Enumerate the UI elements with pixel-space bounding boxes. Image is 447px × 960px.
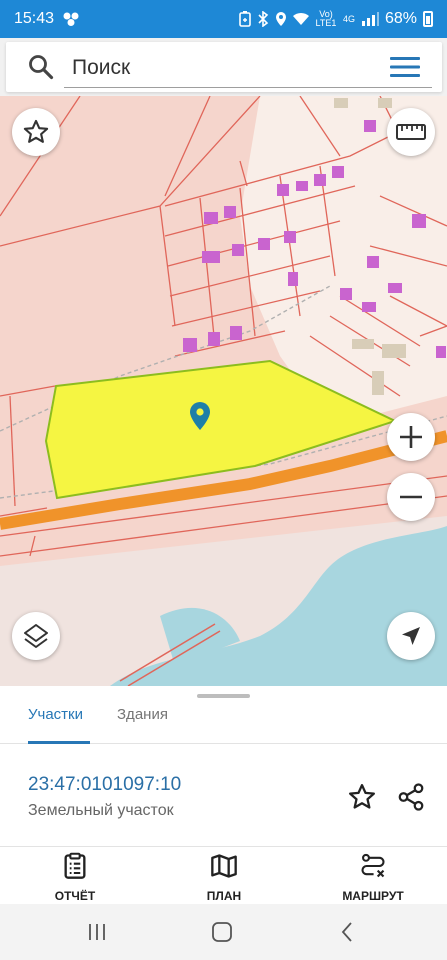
home-icon[interactable]	[210, 920, 234, 944]
favorite-star-button[interactable]	[12, 108, 60, 156]
wifi-icon	[292, 12, 309, 25]
search-input[interactable]: Поиск	[72, 56, 130, 80]
cadastral-map[interactable]	[0, 96, 447, 686]
battery-percent: 68%	[384, 10, 417, 27]
sheet-divider	[0, 846, 447, 847]
tab-bar: Участки Здания	[0, 702, 447, 744]
route-button[interactable]: МАРШРУТ	[323, 852, 423, 903]
layers-button[interactable]	[12, 612, 60, 660]
parcel-cadastral-number[interactable]: 23:47:0101097:10	[28, 774, 181, 796]
tab-buildings[interactable]: Здания	[117, 706, 168, 723]
search-icon[interactable]	[28, 54, 54, 80]
battery-icon	[423, 11, 433, 27]
ruler-icon	[396, 124, 426, 140]
map-plan-icon	[211, 854, 237, 878]
my-location-button[interactable]	[387, 612, 435, 660]
menu-icon[interactable]	[390, 56, 420, 78]
zoom-out-icon	[400, 495, 422, 499]
network-type: 4G	[342, 13, 355, 24]
zoom-in-button[interactable]	[387, 413, 435, 461]
ruler-button[interactable]	[387, 108, 435, 156]
sheet-drag-handle[interactable]	[197, 694, 250, 698]
plan-label: ПЛАН	[206, 889, 242, 903]
report-label: ОТЧЁТ	[54, 889, 96, 903]
route-label: МАРШРУТ	[342, 889, 404, 903]
status-bar: 15:43 Vo) LTE1 4G 68%	[0, 0, 447, 38]
report-button[interactable]: ОТЧЁТ	[25, 852, 125, 903]
battery-saver-icon	[239, 11, 251, 27]
zoom-in-icon	[400, 426, 422, 448]
layers-icon	[24, 624, 48, 648]
share-icon[interactable]	[396, 782, 426, 812]
favorite-star-icon[interactable]	[347, 782, 377, 812]
plan-button[interactable]: ПЛАН	[174, 852, 274, 903]
parcel-type-label: Земельный участок	[28, 802, 174, 819]
search-underline	[64, 87, 432, 88]
recent-apps-icon[interactable]	[85, 920, 109, 944]
star-outline-icon	[23, 119, 49, 143]
status-time: 15:43	[14, 10, 55, 27]
zoom-out-button[interactable]	[387, 473, 435, 521]
report-icon	[64, 852, 86, 879]
active-tab-indicator	[28, 741, 90, 744]
header: Поиск	[0, 38, 447, 96]
tab-parcels[interactable]: Участки	[28, 706, 83, 723]
bottom-sheet: Участки Здания 23:47:0101097:10 Земельны…	[0, 686, 447, 904]
network-label: Vo) LTE1	[315, 9, 337, 28]
notification-dots-icon	[62, 11, 80, 27]
back-icon[interactable]	[336, 920, 360, 944]
signal-icon	[361, 12, 379, 26]
map-view[interactable]	[0, 96, 447, 686]
system-nav-bar	[0, 904, 447, 960]
location-icon	[275, 12, 286, 26]
bluetooth-icon	[258, 11, 269, 27]
search-bar[interactable]: Поиск	[6, 42, 442, 92]
my-location-icon	[402, 627, 420, 645]
route-icon	[361, 853, 385, 878]
